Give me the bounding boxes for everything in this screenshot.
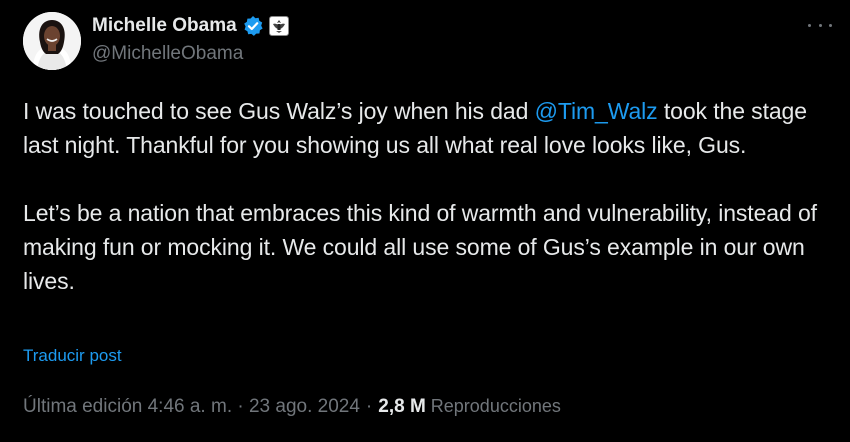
views-count: 2,8 M (378, 396, 426, 417)
tweet-detail: Michelle Obama @MichelleObama I was touc… (0, 0, 850, 442)
translate-post-link[interactable]: Traducir post (23, 346, 122, 366)
tweet-paragraph-2: Let’s be a nation that embraces this kin… (23, 200, 817, 294)
verified-badge-icon[interactable] (242, 15, 264, 37)
edited-timestamp[interactable]: Última edición 4:46 a. m. · 23 ago. 2024 (23, 396, 360, 418)
tweet-text: I was touched to see Gus Walz’s joy when… (23, 94, 838, 298)
tweet-paragraph-1: I was touched to see Gus Walz’s joy when… (23, 98, 807, 158)
tweet-meta: Última edición 4:46 a. m. · 23 ago. 2024… (23, 396, 561, 418)
author-display-name[interactable]: Michelle Obama (92, 15, 237, 37)
mention-link[interactable]: @Tim_Walz (535, 98, 658, 124)
more-options-icon[interactable] (808, 20, 832, 30)
author-name-row: Michelle Obama (92, 13, 289, 39)
views-label: Reproducciones (430, 396, 561, 416)
author-handle[interactable]: @MichelleObama (92, 43, 243, 65)
meta-separator: · (365, 396, 373, 417)
government-seal-icon[interactable] (268, 16, 289, 36)
avatar[interactable] (23, 12, 81, 70)
avatar-image (23, 12, 81, 70)
